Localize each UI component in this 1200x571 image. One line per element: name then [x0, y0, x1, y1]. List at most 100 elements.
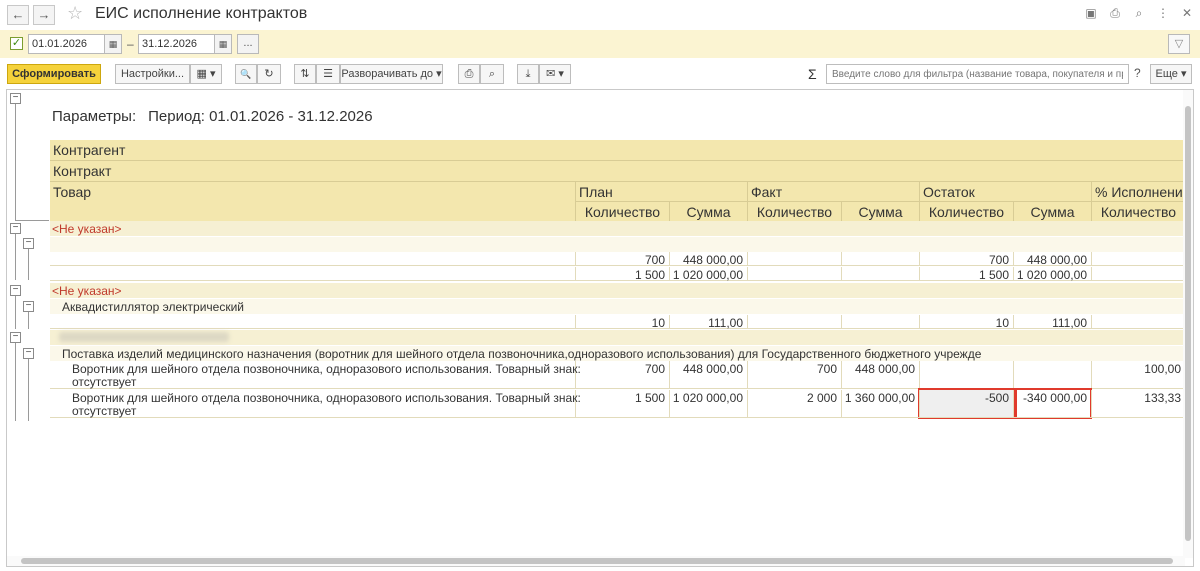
date-to-field[interactable]: [138, 34, 216, 54]
plan-sum-cell: 448 000,00: [669, 361, 747, 388]
header-plan: План: [575, 182, 747, 202]
header-rest-qty: Количество: [919, 202, 1013, 221]
percent-cell: [1091, 252, 1185, 265]
print-icon[interactable]: ⎙: [1108, 6, 1122, 21]
grouping-button[interactable]: ☰: [316, 64, 340, 84]
fact-qty-cell: [747, 315, 841, 328]
save-icon[interactable]: ▣: [1084, 6, 1098, 21]
header-rest: Остаток: [919, 182, 1091, 202]
help-icon[interactable]: ?: [1134, 66, 1141, 80]
print-preview-button[interactable]: ⌕: [480, 64, 504, 84]
report-variant-button[interactable]: ▦ ▾: [190, 64, 222, 84]
collapse-contract-icon[interactable]: −: [23, 348, 34, 359]
fact-qty-cell: 700: [747, 361, 841, 388]
search-icon: 🔍: [240, 69, 252, 79]
product-name-line1: Воротник для шейного отдела позвоночника…: [72, 362, 581, 376]
header-percent: % Исполнени: [1091, 182, 1185, 202]
vertical-scroll-thumb[interactable]: [1185, 106, 1191, 541]
favorite-star-icon[interactable]: ☆: [67, 3, 83, 24]
rest-qty-cell: [919, 361, 1013, 388]
header-counterparty: Контрагент: [50, 140, 1193, 160]
collapse-header-icon[interactable]: −: [10, 93, 21, 104]
date-to-calendar-button[interactable]: ▦: [214, 34, 232, 54]
header-percent-qty: Количество: [1091, 202, 1185, 221]
print-button[interactable]: ⎙: [458, 64, 480, 84]
download-icon: ⤓: [525, 68, 531, 80]
header-rest-sum: Сумма: [1013, 202, 1091, 221]
counterparty-row[interactable]: [50, 221, 1193, 236]
generate-button[interactable]: Сформировать: [7, 64, 101, 84]
counterparty-row[interactable]: [50, 283, 1193, 298]
tree-line: [15, 104, 16, 220]
calendar-icon: ▦: [218, 39, 228, 49]
report-parameters: Параметры: Период: 01.01.2026 - 31.12.202…: [52, 108, 373, 125]
horizontal-scroll-thumb[interactable]: [21, 558, 1173, 564]
fact-sum-cell: 448 000,00: [841, 361, 919, 388]
period-separator: –: [127, 37, 134, 51]
contract-row[interactable]: [50, 237, 1193, 252]
rest-qty-cell: -500: [919, 390, 1013, 417]
fact-qty-cell: [747, 267, 841, 280]
table-row[interactable]: 10 111,00 10 111,00: [50, 315, 1193, 330]
find-next-icon: ↻: [264, 68, 274, 80]
plan-qty-cell: 1 500: [575, 390, 669, 417]
find-button[interactable]: 🔍: [235, 64, 257, 84]
fact-qty-cell: [747, 252, 841, 265]
plan-qty-cell: 10: [575, 315, 669, 330]
date-from-calendar-button[interactable]: ▦: [104, 34, 122, 54]
table-row[interactable]: 700 448 000,00 700 448 000,00: [50, 252, 1193, 267]
date-from-input[interactable]: [29, 35, 101, 53]
back-button[interactable]: ←: [7, 5, 29, 25]
window-title: ЕИС исполнение контрактов: [95, 5, 308, 22]
save-to-file-button[interactable]: ⤓: [517, 64, 539, 84]
toolbar: Сформировать Настройки... ▦ ▾ 🔍 ↻ ⇅ ☰ Ра…: [0, 60, 1200, 88]
header-plan-qty: Количество: [575, 202, 669, 221]
plan-sum-cell: 111,00: [669, 315, 747, 330]
percent-cell: 100,00: [1091, 361, 1185, 388]
collapse-group-icon[interactable]: −: [10, 223, 21, 234]
forward-button[interactable]: →: [33, 5, 55, 25]
more-icon[interactable]: ⋮: [1156, 6, 1170, 21]
sort-button[interactable]: ⇅: [294, 64, 316, 84]
printer-icon: ⎙: [464, 68, 474, 80]
plan-qty-cell: 1 500: [575, 267, 669, 282]
period-panel: ✓ ▦ – ▦ ... ▽: [0, 30, 1200, 58]
sum-icon[interactable]: Σ: [808, 66, 817, 82]
table-row[interactable]: 1 500 1 020 000,00 1 500 1 020 000,00: [50, 267, 1193, 282]
period-select-button[interactable]: ...: [237, 34, 259, 54]
preview-icon[interactable]: ⌕: [1132, 6, 1146, 21]
filter-search-field[interactable]: [826, 64, 1129, 84]
report-document[interactable]: − Параметры: Период: 01.01.2026 - 31.12.2…: [6, 89, 1194, 567]
collapse-contract-icon[interactable]: −: [23, 238, 34, 249]
arrow-left-icon: ←: [11, 7, 25, 22]
contract-name: Поставка изделий медицинского назначения…: [62, 347, 982, 361]
period-checkbox[interactable]: ✓: [10, 37, 23, 50]
close-icon[interactable]: ✕: [1180, 6, 1194, 21]
product-name-line2: отсутствует: [72, 375, 137, 389]
date-to-input[interactable]: [139, 35, 211, 53]
fact-sum-cell: 1 360 000,00: [841, 390, 919, 417]
product-name-line2: отсутствует: [72, 404, 137, 418]
expand-to-dropdown[interactable]: Разворачивать до ▾: [340, 64, 443, 84]
rest-sum-cell: 1 020 000,00: [1013, 267, 1091, 282]
more-button[interactable]: Еще ▾: [1150, 64, 1192, 84]
rest-sum-cell: [1013, 361, 1091, 388]
horizontal-scrollbar[interactable]: [7, 556, 1185, 566]
plan-qty-cell: 700: [575, 361, 669, 388]
collapse-group-icon[interactable]: −: [10, 332, 21, 343]
vertical-scrollbar[interactable]: [1183, 90, 1193, 558]
filter-button[interactable]: ▽: [1168, 34, 1190, 54]
find-next-button[interactable]: ↻: [257, 64, 281, 84]
send-mail-button[interactable]: ✉ ▾: [539, 64, 571, 84]
collapse-contract-icon[interactable]: −: [23, 301, 34, 312]
date-from-field[interactable]: [28, 34, 106, 54]
collapse-group-icon[interactable]: −: [10, 285, 21, 296]
settings-button[interactable]: Настройки...: [115, 64, 190, 84]
parameters-label: Параметры:: [52, 108, 137, 125]
filter-search-input[interactable]: [827, 65, 1128, 83]
plan-sum-cell: 448 000,00: [669, 252, 747, 267]
header-fact-sum: Сумма: [841, 202, 919, 221]
preview-icon: ⌕: [488, 68, 496, 80]
sort-icon: ⇅: [300, 68, 310, 80]
title-bar: ← → ☆ ЕИС исполнение контрактов ▣ ⎙ ⌕ ⋮ …: [0, 0, 1200, 30]
